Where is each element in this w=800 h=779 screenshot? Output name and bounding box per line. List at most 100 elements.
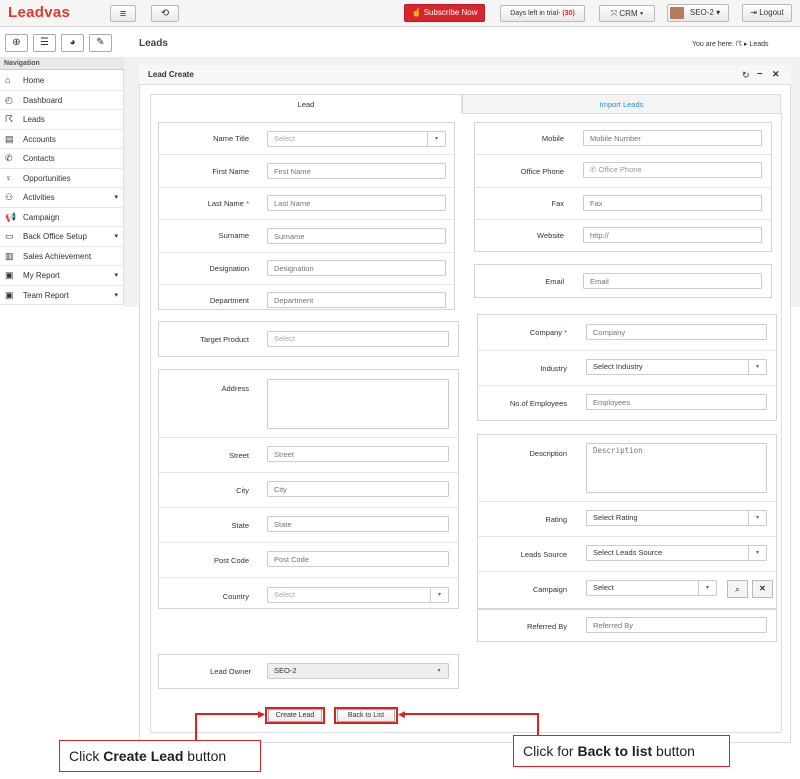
designation-input[interactable] (267, 260, 446, 276)
post-code-input[interactable] (267, 551, 449, 567)
sales-achievement-icon: ▥ (5, 250, 14, 261)
department-input[interactable] (267, 292, 446, 308)
crm-dropdown[interactable]: ⤧ CRM ▾ (599, 5, 655, 22)
mobile-input[interactable] (583, 130, 762, 146)
sidebar-item-my-report[interactable]: ▣ My Report ▾ (0, 266, 124, 286)
email-input[interactable] (583, 273, 762, 289)
sidebar-item-sales-achievement[interactable]: ▥ Sales Achievement (0, 247, 124, 266)
app-logo[interactable]: Leadvas (8, 4, 70, 21)
department-label: Department (209, 296, 249, 305)
surname-input[interactable] (267, 228, 446, 244)
campaign-select[interactable]: Select ▾ (586, 580, 717, 596)
fax-label: Fax (551, 199, 564, 208)
last-name-label-text: Last Name (207, 199, 244, 208)
office-phone-input[interactable]: ✆ Office Phone (583, 162, 762, 178)
website-label: Website (537, 231, 564, 240)
street-input[interactable] (267, 446, 449, 462)
row-divider (475, 219, 771, 220)
sidebar-item-activities[interactable]: ⚇ Activities ▾ (0, 188, 124, 208)
surname-label: Surname (218, 231, 249, 240)
country-value: Select (274, 590, 295, 599)
leads-source-select[interactable]: Select Leads Source ▾ (586, 545, 767, 561)
row-divider (159, 219, 454, 220)
chevron-down-icon: ▾ (430, 588, 448, 602)
lead-owner-label: Lead Owner (210, 667, 251, 676)
description-label: Description (529, 449, 567, 458)
name-title-select[interactable]: Select ▾ (267, 131, 446, 147)
megaphone-icon: 📢 (5, 211, 17, 222)
country-select[interactable]: Select ▾ (267, 587, 449, 603)
back-to-list-button[interactable]: Back to List (337, 709, 395, 722)
panel-title: Lead Create (148, 70, 194, 79)
company-input[interactable] (586, 324, 767, 340)
sidebar-item-home[interactable]: ⌂ Home (0, 71, 124, 91)
sidebar-item-leads[interactable]: ☈ Leads (0, 110, 124, 130)
first-name-input[interactable] (267, 163, 446, 179)
state-input[interactable] (267, 516, 449, 532)
pencil-icon[interactable]: ✎ (89, 34, 112, 52)
website-input[interactable] (583, 227, 762, 243)
sidebar-item-contacts[interactable]: ✆ Contacts (0, 149, 124, 169)
team-report-icon: ▣ (5, 289, 14, 300)
target-product-select[interactable]: Select (267, 331, 449, 347)
campaign-search-icon[interactable]: ⌕ (727, 580, 748, 598)
description-textarea[interactable] (586, 443, 767, 493)
navigation-header: Navigation (0, 57, 124, 70)
industry-select[interactable]: Select Industry ▾ (586, 359, 767, 375)
trial-days-badge: Days left in trial- (30) (500, 5, 585, 22)
last-name-label: Last Name * (160, 199, 249, 208)
target-product-label: Target Product (200, 335, 249, 344)
sidebar-item-label: Team Report (23, 290, 69, 300)
row-divider (159, 437, 458, 438)
lead-owner-select[interactable]: SEO-2 ▾ (267, 663, 449, 679)
callout-text: button (652, 743, 695, 759)
close-icon[interactable]: ✕ (772, 69, 780, 80)
sidebar-item-dashboard[interactable]: ◴ Dashboard (0, 91, 124, 110)
last-name-input[interactable] (267, 195, 446, 211)
designation-label: Designation (209, 264, 249, 273)
logout-button[interactable]: ⇥ Logout (742, 4, 792, 22)
logout-icon: ⇥ (750, 8, 760, 17)
callout-bold: Back to list (577, 743, 653, 759)
user-menu[interactable]: SEO-2 ▾ (667, 4, 729, 22)
minimize-icon[interactable]: – (757, 68, 763, 79)
sidebar-item-label: Dashboard (23, 95, 63, 105)
sidebar-item-campaign[interactable]: 📢 Campaign (0, 208, 124, 227)
referred-by-input[interactable] (586, 617, 767, 633)
breadcrumb-leads[interactable]: Leads (749, 41, 768, 48)
menu-toggle-icon[interactable]: ≡ (110, 5, 136, 22)
database-icon[interactable]: ☰ (33, 34, 56, 52)
history-icon[interactable]: ⟲ (151, 5, 179, 22)
callout-bold: Create Lead (103, 748, 184, 764)
crm-label: CRM (619, 9, 638, 18)
logout-label: Logout (759, 8, 784, 17)
breadcrumb-prefix: You are here: (692, 41, 734, 48)
create-lead-button[interactable]: Create Lead (268, 709, 322, 722)
employees-input[interactable] (586, 394, 767, 410)
row-divider (159, 187, 454, 188)
row-divider (478, 571, 776, 572)
subscribe-now-button[interactable]: ☝ Subscribe Now (404, 4, 485, 22)
fax-input[interactable] (583, 195, 762, 211)
refresh-icon[interactable]: ↻ (742, 70, 750, 81)
sidebar-item-accounts[interactable]: ▤ Accounts (0, 130, 124, 149)
address-textarea[interactable] (267, 379, 449, 429)
sidebar-item-back-office-setup[interactable]: ▭ Back Office Setup ▾ (0, 227, 124, 247)
sidebar-item-opportunities[interactable]: ♀ Opportunities (0, 169, 124, 188)
rating-select[interactable]: Select Rating ▾ (586, 510, 767, 526)
pie-chart-icon[interactable]: ◕ (61, 34, 84, 52)
lead-owner-value: SEO-2 (274, 666, 297, 675)
panel-header: Lead Create (139, 65, 791, 85)
industry-value: Select Industry (593, 362, 643, 371)
city-input[interactable] (267, 481, 449, 497)
campaign-clear-icon[interactable]: ✕ (752, 580, 773, 598)
tab-import-leads[interactable]: Import Leads (462, 94, 781, 114)
sidebar-item-team-report[interactable]: ▣ Team Report ▾ (0, 286, 124, 305)
sidebar-item-label: Accounts (23, 134, 56, 144)
tab-lead[interactable]: Lead (150, 94, 462, 114)
lifebuoy-icon[interactable]: ⊕ (5, 34, 28, 52)
chevron-down-icon: ▾ (427, 132, 445, 146)
referred-by-label: Referred By (526, 622, 567, 631)
campaign-label: Campaign (532, 585, 567, 594)
callout-text: Click (69, 748, 104, 764)
